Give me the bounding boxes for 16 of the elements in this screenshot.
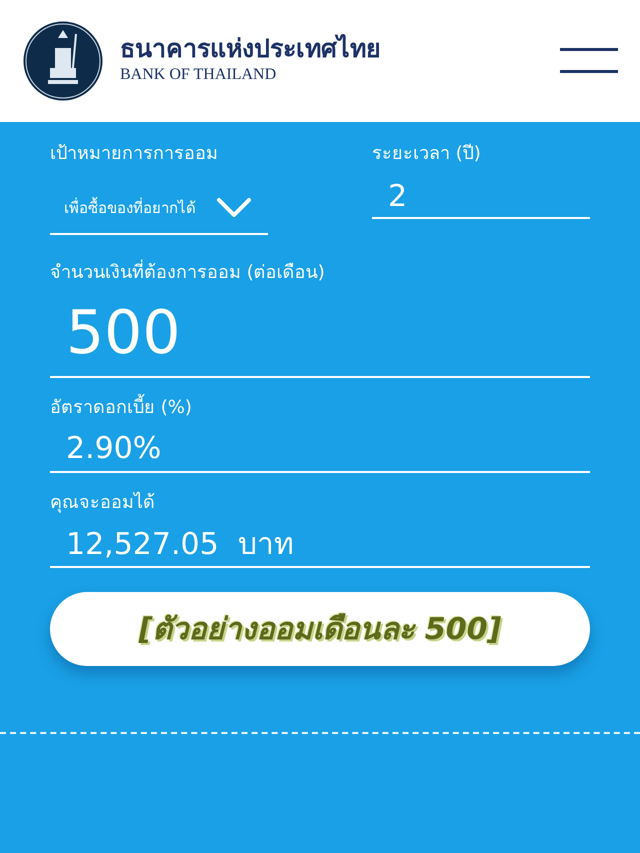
bank-name-english: BANK OF THAILAND	[120, 64, 278, 85]
value-input[interactable]: 12,527.05 บาท	[50, 520, 590, 568]
field-label: คุณจะออมได้	[50, 490, 156, 515]
field-label: จำนวนเงินที่ต้องการออม (ต่อเดือน)	[50, 259, 590, 286]
value-input[interactable]: 2.90%	[50, 425, 590, 473]
bank-name-thai: ธนาคารแห่งประเทศไทย	[120, 35, 382, 63]
menu-button[interactable]	[560, 46, 618, 76]
field-label: ระยะเวลา (ปี)	[372, 142, 482, 166]
bank-seal-icon	[22, 20, 104, 102]
value-input[interactable]: 500	[50, 290, 590, 378]
goal-dropdown[interactable]: เพื่อซื้อของที่อยากได้	[50, 183, 268, 235]
duration-input[interactable]: 2	[372, 175, 590, 219]
example-caption-button[interactable]: [ตัวอย่างออมเดือนละ 500]	[50, 592, 590, 666]
field-label: อัตราดอกเบี้ย (%)	[50, 394, 590, 421]
field-label: เป้าหมายการการออม	[50, 142, 219, 166]
chevron-down-icon	[216, 197, 252, 219]
